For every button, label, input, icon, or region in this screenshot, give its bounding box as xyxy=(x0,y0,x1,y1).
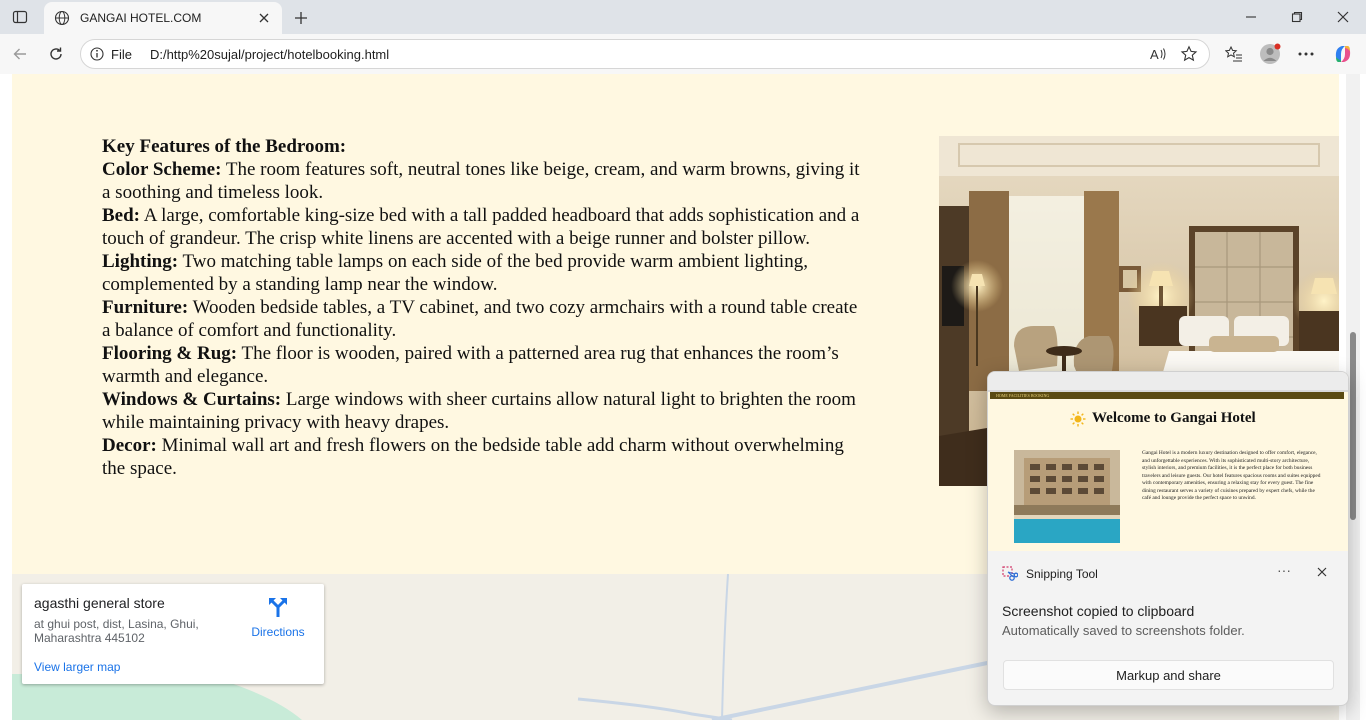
features-heading: Key Features of the Bedroom: xyxy=(102,136,347,157)
view-larger-map-link[interactable]: View larger map xyxy=(34,660,120,674)
preview-browser-chrome xyxy=(988,372,1348,390)
close-tab-icon[interactable] xyxy=(256,10,272,26)
preview-title: Welcome to Gangai Hotel xyxy=(1070,410,1256,427)
svg-text:A: A xyxy=(1150,47,1159,62)
scissors-icon xyxy=(1002,566,1018,581)
restore-icon[interactable] xyxy=(1283,6,1311,28)
snipping-tool-notification[interactable]: HOME FACILITIES BOOKING Welcome to Ganga… xyxy=(987,371,1349,706)
preview-hotel-photo xyxy=(1014,450,1120,543)
markup-and-share-button[interactable]: Markup and share xyxy=(1003,660,1334,690)
sidebar-toggle-icon[interactable] xyxy=(8,6,32,28)
directions-icon xyxy=(269,598,287,617)
feature-item: Bed: A large, comfortable king-size bed … xyxy=(102,205,860,249)
copilot-icon[interactable] xyxy=(1331,42,1355,66)
profile-avatar-icon[interactable] xyxy=(1258,42,1282,66)
toast-header: Snipping Tool xyxy=(1002,566,1098,582)
info-icon[interactable] xyxy=(89,46,105,62)
feature-item: Color Scheme: The room features soft, ne… xyxy=(102,159,860,203)
favorites-list-icon[interactable] xyxy=(1222,42,1246,66)
toast-close-icon[interactable] xyxy=(1314,564,1330,580)
scrollbar-thumb[interactable] xyxy=(1350,332,1356,520)
address-scheme-label: File xyxy=(111,46,132,62)
bedroom-features: Key Features of the Bedroom: Color Schem… xyxy=(102,135,862,480)
directions-label: Directions xyxy=(251,625,305,639)
toast-more-options-icon[interactable]: ··· xyxy=(1274,562,1294,582)
feature-item: Flooring & Rug: The floor is wooden, pai… xyxy=(102,343,839,387)
preview-paragraph: Gangai Hotel is a modern luxury destinat… xyxy=(1142,450,1321,501)
close-window-icon[interactable] xyxy=(1329,6,1357,28)
feature-item: Decor: Minimal wall art and fresh flower… xyxy=(102,435,844,479)
browser-tab[interactable]: GANGAI HOTEL.COM xyxy=(44,2,282,34)
preview-nav-strip: HOME FACILITIES BOOKING xyxy=(990,392,1344,399)
back-arrow-icon[interactable] xyxy=(8,42,32,66)
feature-item: Lighting: Two matching table lamps on ea… xyxy=(102,251,808,295)
feature-item: Furniture: Wooden bedside tables, a TV c… xyxy=(102,297,858,341)
place-address: at ghui post, dist, Lasina, Ghui, Mahara… xyxy=(34,617,199,645)
more-options-icon[interactable] xyxy=(1294,42,1318,66)
tab-title: GANGAI HOTEL.COM xyxy=(80,11,202,25)
toast-app-name: Snipping Tool xyxy=(1026,567,1098,581)
read-aloud-icon[interactable]: A xyxy=(1147,43,1169,65)
refresh-icon[interactable] xyxy=(44,42,68,66)
directions-button[interactable]: Directions xyxy=(248,596,308,639)
feature-item: Windows & Curtains: Large windows with s… xyxy=(102,389,856,433)
minimize-icon[interactable] xyxy=(1237,6,1265,28)
toast-message: Screenshot copied to clipboard xyxy=(1002,603,1195,619)
tab-bar: GANGAI HOTEL.COM xyxy=(0,0,1366,34)
address-bar[interactable]: File D:/http%20sujal/project/hotelbookin… xyxy=(80,39,1210,69)
globe-icon xyxy=(54,10,70,26)
new-tab-icon[interactable] xyxy=(290,7,312,29)
sun-icon xyxy=(1070,411,1086,426)
url-text[interactable]: D:/http%20sujal/project/hotelbooking.htm… xyxy=(150,47,1147,62)
browser-toolbar: File D:/http%20sujal/project/hotelbookin… xyxy=(0,34,1366,74)
toast-sub-message: Automatically saved to screenshots folde… xyxy=(1002,623,1245,638)
screenshot-preview[interactable]: HOME FACILITIES BOOKING Welcome to Ganga… xyxy=(988,372,1348,551)
map-place-card: agasthi general store at ghui post, dist… xyxy=(22,584,324,684)
favorite-star-icon[interactable] xyxy=(1178,43,1200,65)
